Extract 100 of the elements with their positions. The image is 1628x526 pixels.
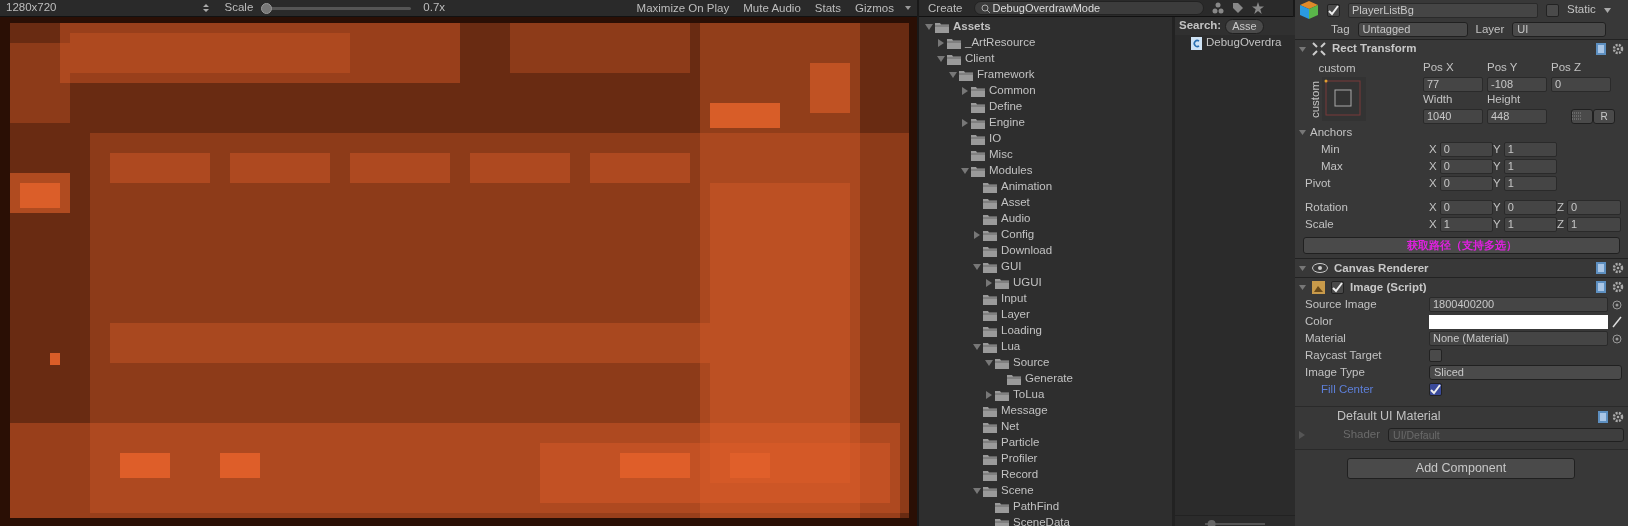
resolution-label[interactable]: 1280x720 [6,0,57,17]
folder-label[interactable]: Config [1001,226,1035,244]
expanded-arrow-icon[interactable] [925,23,933,31]
expanded-arrow-icon[interactable] [985,359,993,367]
create-button[interactable]: Create [925,0,966,16]
folder-label[interactable]: Loading [1001,322,1042,340]
expanded-arrow-icon[interactable] [1299,264,1306,272]
number-field[interactable]: 1 [1567,217,1621,232]
collapsed-arrow-icon[interactable] [973,231,981,239]
target-icon[interactable] [1612,333,1622,344]
collapsed-arrow-icon[interactable] [961,87,969,95]
caret-icon[interactable] [1603,7,1611,13]
eyedropper-icon[interactable] [1612,315,1622,328]
number-field[interactable]: 0 [1551,76,1611,92]
toolbar-button[interactable]: Mute Audio [740,0,804,16]
expanded-arrow-icon[interactable] [1299,283,1306,291]
tag-dropdown[interactable]: Untagged [1357,22,1468,37]
folder-label[interactable]: Framework [977,66,1035,84]
expanded-arrow-icon[interactable] [1299,45,1306,53]
folder-label[interactable]: GUI [1001,258,1022,276]
scale-slider[interactable] [261,2,412,14]
folder-label[interactable]: Message [1001,402,1048,420]
zoom-slider[interactable] [1205,519,1265,526]
folder-label[interactable]: Input [1001,290,1027,308]
folder-label[interactable]: Scene [1001,482,1034,500]
help-book-icon[interactable] [1596,281,1606,294]
section-label[interactable]: Anchors [1310,123,1353,142]
active-checkbox[interactable] [1327,3,1340,17]
component-checkbox[interactable] [1331,280,1344,294]
scope-dropdown[interactable]: Asse [1225,18,1264,34]
folder-label[interactable]: UGUI [1013,274,1042,292]
number-field[interactable]: 448 [1487,108,1547,124]
add-component-button[interactable]: Add Component [1347,458,1575,480]
search-result[interactable]: DebugOverdra [1206,34,1282,52]
folder-label[interactable]: Common [989,82,1036,100]
settings-icon[interactable] [1612,281,1624,294]
number-field[interactable]: 77 [1423,76,1483,92]
toolbar-button[interactable]: Maximize On Play [633,0,733,16]
color-swatch[interactable] [1429,314,1608,329]
collapsed-arrow-icon[interactable] [937,39,945,47]
help-book-icon[interactable] [1598,410,1608,423]
folder-label[interactable]: Modules [989,162,1033,180]
settings-icon[interactable] [1612,410,1624,423]
caret-icon[interactable] [905,5,911,11]
component-title[interactable]: Rect Transform [1332,40,1590,58]
folder-label[interactable]: Client [965,50,995,68]
collapsed-arrow-icon[interactable] [961,119,969,127]
number-field[interactable]: 1040 [1423,108,1483,124]
folder-label[interactable]: Animation [1001,178,1053,196]
dropdown-icon[interactable] [202,4,209,12]
folder-label[interactable]: Profiler [1001,450,1038,468]
number-field[interactable]: 1 [1503,217,1557,232]
folder-label[interactable]: Download [1001,242,1053,260]
folder-label[interactable]: SceneData [1013,514,1070,526]
number-field[interactable]: 0 [1439,159,1493,174]
folder-label[interactable]: PathFind [1013,498,1060,516]
raw-edit-button[interactable]: R [1593,108,1615,124]
number-field[interactable]: 1 [1439,217,1493,232]
folder-label[interactable]: Lua [1001,338,1021,356]
target-icon[interactable] [1612,299,1622,310]
number-field[interactable]: 0 [1439,142,1493,157]
collapsed-arrow-icon[interactable] [1299,430,1305,439]
number-field[interactable]: 0 [1567,200,1621,215]
number-field[interactable]: 0 [1439,176,1493,191]
settings-icon[interactable] [1612,262,1624,275]
folder-label[interactable]: Net [1001,418,1019,436]
toolbar-button[interactable]: Gizmos [852,0,897,16]
collapsed-arrow-icon[interactable] [985,279,993,287]
number-field[interactable]: 0 [1439,200,1493,215]
expanded-arrow-icon[interactable] [973,263,981,271]
folder-label[interactable]: Record [1001,466,1039,484]
toolbar-button[interactable]: Stats [811,0,844,16]
folder-label[interactable]: ToLua [1013,386,1045,404]
number-field[interactable]: 1 [1503,176,1557,191]
folder-label[interactable]: Assets [953,18,991,36]
object-field[interactable]: None (Material) [1429,331,1608,347]
static-checkbox[interactable] [1546,3,1559,17]
folder-label[interactable]: _ArtResource [965,34,1036,52]
folder-label[interactable]: Define [989,98,1023,116]
expanded-arrow-icon[interactable] [973,343,981,351]
star-icon[interactable] [1251,2,1264,14]
checkbox[interactable] [1429,349,1442,363]
number-field[interactable]: 0 [1503,200,1557,215]
folder-label[interactable]: Generate [1025,370,1073,388]
expanded-arrow-icon[interactable] [961,167,969,175]
folder-label[interactable]: Asset [1001,194,1030,212]
filter-icon[interactable] [1211,2,1224,14]
folder-label[interactable]: Source [1013,354,1050,372]
folder-label[interactable]: Layer [1001,306,1030,324]
folder-label[interactable]: Audio [1001,210,1031,228]
number-field[interactable]: -108 [1487,76,1547,92]
name-field[interactable]: PlayerListBg [1348,2,1538,18]
help-book-icon[interactable] [1596,262,1606,275]
blueprint-mode-button[interactable] [1571,108,1593,124]
object-field[interactable]: 1800400200 [1429,297,1608,313]
component-title[interactable]: Canvas Renderer [1334,259,1590,277]
folder-label[interactable]: Particle [1001,434,1040,452]
expanded-arrow-icon[interactable] [1299,129,1306,136]
layer-dropdown[interactable]: UI [1512,22,1607,37]
collapsed-arrow-icon[interactable] [985,391,993,399]
